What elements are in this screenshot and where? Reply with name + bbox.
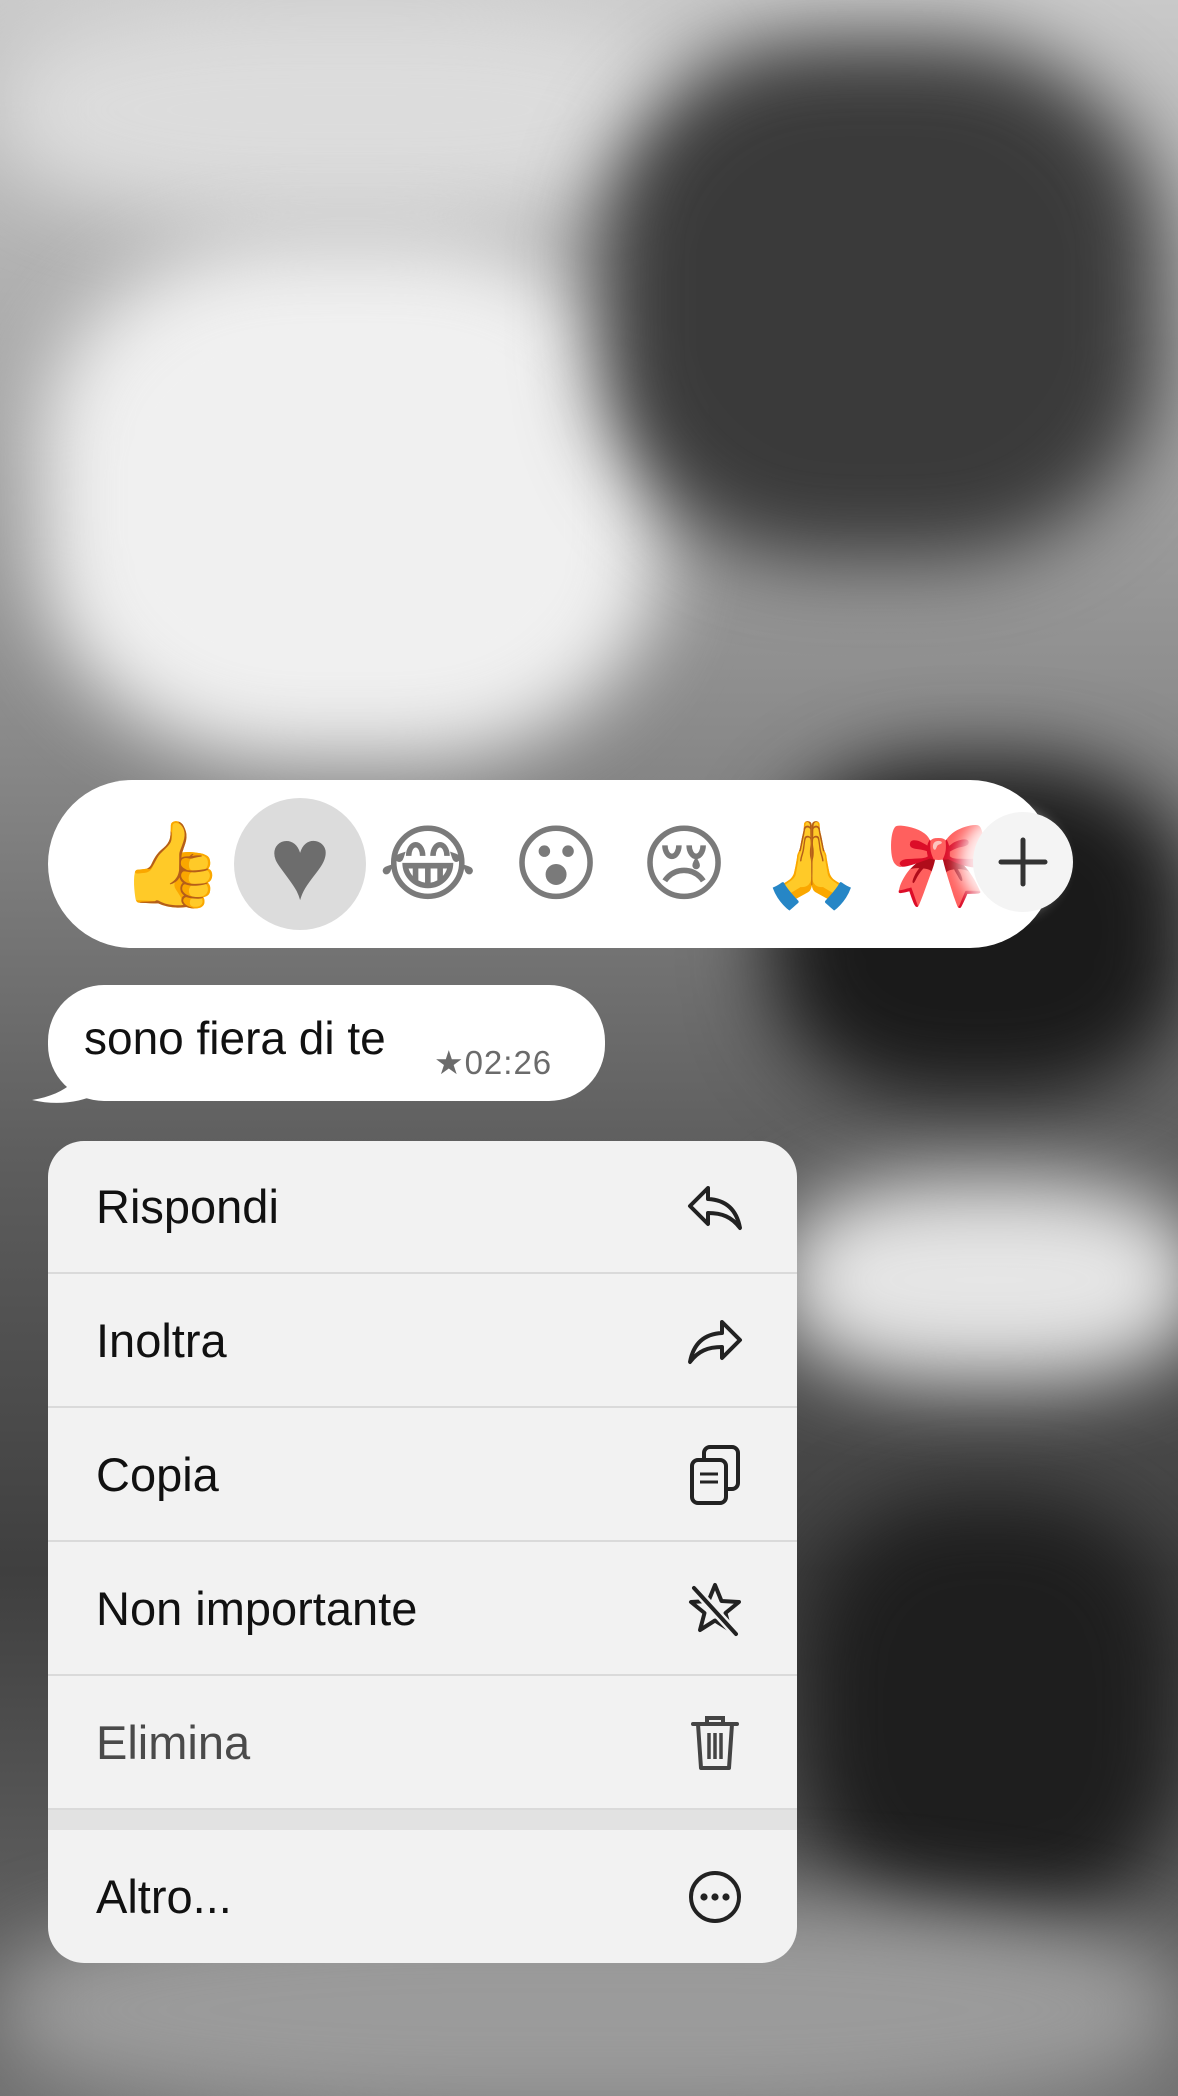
reaction-tears-of-joy[interactable]: 😂 <box>368 804 488 924</box>
forward-icon <box>685 1311 745 1371</box>
reaction-thumbs-up[interactable]: 👍 <box>112 804 232 924</box>
message-bubble[interactable]: sono fiera di te ★02:26 <box>48 985 605 1101</box>
reaction-bar: 👍 ♥ 😂 😮 😢 🙏 🎀 <box>48 780 1073 948</box>
message-time: ★02:26 <box>434 1044 553 1081</box>
menu-item-label: Inoltra <box>96 1314 227 1367</box>
menu-item-label: Copia <box>96 1448 219 1501</box>
plus-icon <box>998 837 1048 887</box>
menu-item-unstar[interactable]: Non importante <box>48 1543 797 1676</box>
more-icon <box>685 1867 745 1927</box>
menu-item-label: Altro... <box>96 1870 232 1923</box>
reaction-heart[interactable]: ♥ <box>234 798 366 930</box>
reaction-folded-hands[interactable]: 🙏 <box>752 804 872 924</box>
menu-item-label: Non importante <box>96 1582 418 1635</box>
menu-item-label: Rispondi <box>96 1180 279 1233</box>
more-reactions-button[interactable] <box>973 812 1073 912</box>
trash-icon <box>685 1713 745 1773</box>
menu-item-reply[interactable]: Rispondi <box>48 1141 797 1274</box>
unstar-icon <box>685 1579 745 1639</box>
menu-item-forward[interactable]: Inoltra <box>48 1275 797 1408</box>
menu-separator <box>48 1810 797 1830</box>
crying-face-emoji: 😢 <box>640 817 728 911</box>
context-menu: Rispondi Inoltra Copia Non importante El… <box>48 1141 797 1963</box>
menu-item-copy[interactable]: Copia <box>48 1409 797 1542</box>
heart-emoji: ♥ <box>269 806 331 922</box>
reaction-surprised[interactable]: 😮 <box>496 804 616 924</box>
folded-hands-emoji: 🙏 <box>759 817 865 911</box>
menu-item-more[interactable]: Altro... <box>48 1830 797 1963</box>
copy-icon <box>685 1444 745 1505</box>
tears-of-joy-emoji: 😂 <box>378 817 478 911</box>
reaction-crying[interactable]: 😢 <box>624 804 744 924</box>
thumbs-up-emoji: 👍 <box>119 817 225 911</box>
surprised-face-emoji: 😮 <box>512 817 600 911</box>
menu-item-delete[interactable]: Elimina <box>48 1677 797 1810</box>
menu-item-label: Elimina <box>96 1716 251 1769</box>
reply-icon <box>685 1177 745 1237</box>
message-text: sono fiera di te <box>84 1012 386 1064</box>
